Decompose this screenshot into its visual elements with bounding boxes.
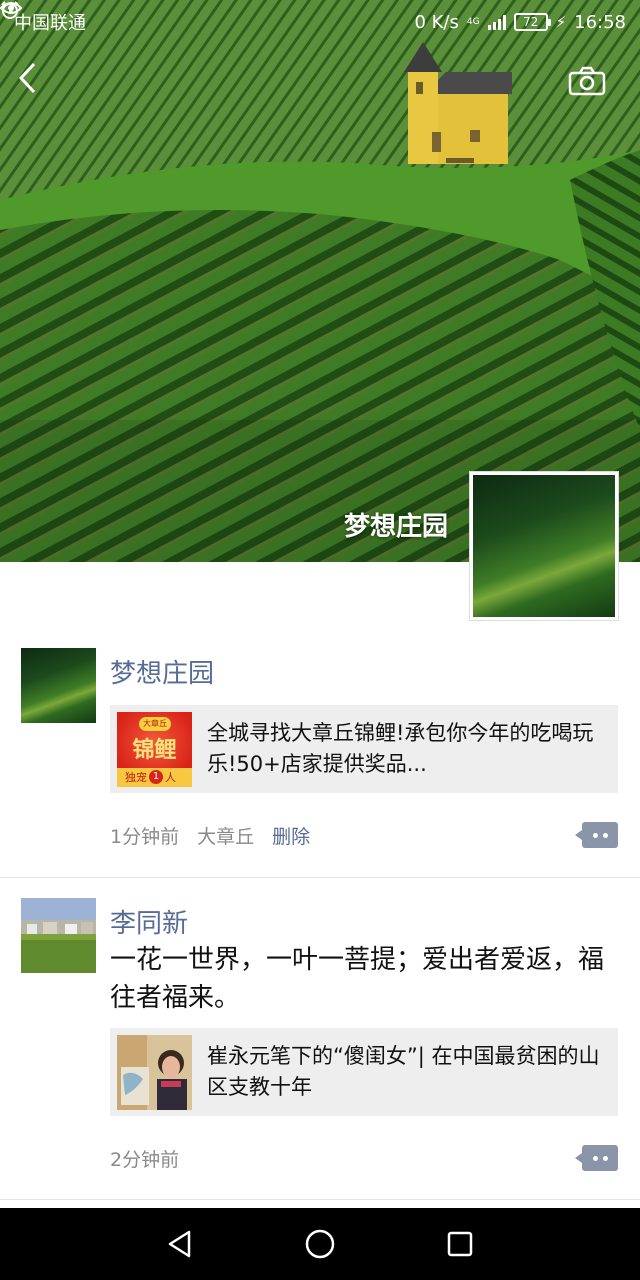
link-thumbnail (117, 1034, 192, 1110)
navigation-bar (0, 1208, 640, 1280)
post-author[interactable]: 李同新 (110, 903, 188, 940)
thumb-suffix-label: 人 (165, 770, 176, 784)
status-bar: 中国联通 0 K/s 4G 72 ⚡ 16:58 (0, 0, 640, 44)
network-type-label: 4G (466, 16, 480, 27)
nav-home-button[interactable] (290, 1214, 350, 1274)
net-speed-label: 0 K/s (414, 11, 459, 33)
thumb-top-label: 大章丘 (139, 716, 171, 731)
triangle-back-icon (168, 1230, 191, 1258)
thumb-main-label: 锦鲤 (132, 737, 177, 763)
link-title: 全城寻找大章丘锦鲤!承包你今年的吃喝玩乐!50+店家提供奖品... (207, 721, 594, 776)
post-avatar[interactable] (21, 898, 96, 973)
chevron-left-icon (18, 62, 36, 94)
battery-level: 72 (522, 15, 539, 29)
comment-dot-icon (602, 1155, 608, 1161)
clock-label: 16:58 (574, 11, 626, 33)
signal-icon (487, 14, 506, 30)
post-avatar[interactable] (21, 648, 96, 723)
comment-dot-icon (602, 832, 608, 838)
post-divider (0, 1199, 640, 1200)
battery-icon: 72 (513, 13, 551, 31)
thumb-badge: 1 (149, 769, 163, 784)
back-button[interactable] (18, 62, 54, 106)
eye-icon (0, 2, 22, 14)
camera-button[interactable] (568, 66, 612, 106)
carrier-label: 中国联通 (14, 13, 86, 34)
post-author[interactable]: 梦想庄园 (110, 653, 214, 690)
nav-back-button[interactable] (150, 1214, 210, 1274)
charging-icon: ⚡ (555, 13, 567, 31)
comment-button[interactable] (575, 822, 618, 848)
delete-link[interactable]: 删除 (272, 822, 310, 849)
comment-dot-icon (592, 1155, 598, 1161)
link-card[interactable]: 大章丘 锦鲤 独宠 1 人 全城寻找大章丘锦鲤!承包你今年的吃喝玩乐!50+店家… (110, 705, 618, 793)
profile-avatar[interactable] (469, 471, 619, 621)
post-time: 2分钟前 (110, 1149, 180, 1171)
thumb-bottom-label: 独宠 (125, 770, 147, 784)
post-meta: 2分钟前 (110, 1145, 179, 1172)
avatar-photo (21, 898, 96, 973)
post-divider (0, 877, 640, 878)
post-meta: 1分钟前 大章丘 删除 (110, 822, 310, 849)
post-location[interactable]: 大章丘 (197, 822, 254, 849)
comment-button[interactable] (575, 1145, 618, 1171)
profile-name[interactable]: 梦想庄园 (344, 506, 448, 543)
circle-home-icon (305, 1229, 335, 1259)
square-recents-icon (447, 1231, 473, 1257)
link-thumbnail: 大章丘 锦鲤 独宠 1 人 (117, 711, 192, 787)
camera-icon (568, 66, 606, 96)
post-text: 一花一世界，一叶一菩提；爱出者爱返，福往者福来。 (110, 945, 605, 1013)
post-time: 1分钟前 (110, 826, 180, 848)
link-title: 崔永元笔下的“傻闺女”| 在中国最贫困的山区支教十年 (207, 1044, 600, 1099)
nav-recents-button[interactable] (430, 1214, 490, 1274)
link-card[interactable]: 崔永元笔下的“傻闺女”| 在中国最贫困的山区支教十年 (110, 1028, 618, 1116)
comment-dot-icon (592, 832, 598, 838)
